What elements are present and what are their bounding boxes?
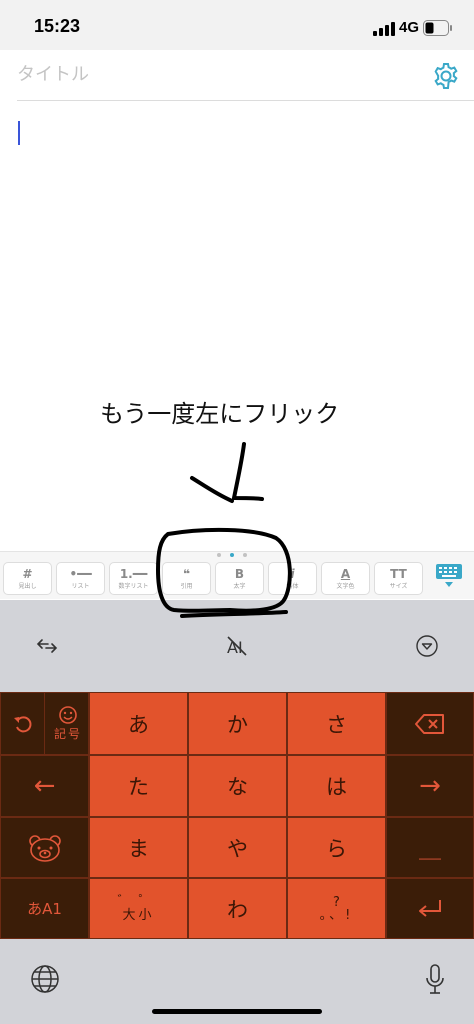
key-a[interactable]: あ	[89, 692, 188, 755]
text-color-icon: A	[340, 567, 351, 581]
undo-button[interactable]	[1, 693, 45, 754]
status-bar: 15:23 4G	[0, 0, 474, 50]
bear-face-icon	[28, 834, 61, 862]
battery-icon	[423, 20, 452, 36]
key-ma[interactable]: ま	[89, 817, 188, 878]
microphone-icon[interactable]	[424, 963, 446, 997]
italic-button[interactable]: i 斜体	[268, 562, 317, 595]
quote-label: 引用	[180, 583, 193, 590]
key-ka[interactable]: か	[188, 692, 287, 755]
key-ha[interactable]: は	[287, 755, 386, 817]
key-sa[interactable]: さ	[287, 692, 386, 755]
text-caret	[18, 121, 20, 145]
return-key[interactable]	[386, 878, 474, 939]
space-key[interactable]: ＿	[386, 817, 474, 878]
key-ya[interactable]: や	[188, 817, 287, 878]
svg-text:AI: AI	[227, 638, 243, 657]
cellular-signal-icon	[373, 22, 395, 36]
keyboard-icon[interactable]	[435, 563, 463, 589]
kigou-button[interactable]: 記号	[46, 693, 90, 754]
network-type-label: 4G	[399, 19, 420, 36]
cursor-move-icon[interactable]	[34, 633, 60, 659]
cursor-right-key[interactable]: →	[386, 755, 474, 817]
quote-icon: ❝	[182, 567, 191, 581]
text-color-button[interactable]: A 文字色	[321, 562, 370, 595]
italic-label: 斜体	[286, 583, 299, 590]
title-input[interactable]	[17, 54, 417, 94]
punctuation-key[interactable]: ? 。、!	[287, 878, 386, 939]
key-ta[interactable]: た	[89, 755, 188, 817]
status-time: 15:23	[34, 16, 81, 36]
key-wa[interactable]: わ	[188, 878, 287, 939]
emoticon-key[interactable]	[0, 817, 89, 878]
ai-off-icon[interactable]: AI	[224, 633, 250, 659]
text-color-label: 文字色	[336, 583, 355, 590]
size-toggle-label: 大小	[122, 907, 155, 923]
key-ra[interactable]: ら	[287, 817, 386, 878]
page-dot	[243, 553, 247, 557]
return-icon	[419, 899, 441, 917]
emoji-face-icon	[59, 706, 77, 724]
page-dot	[217, 553, 221, 557]
dakuten-label: ゛゜	[117, 893, 160, 909]
quote-button[interactable]: ❝ 引用	[162, 562, 211, 595]
text-size-icon: TT	[390, 567, 407, 581]
undo-kigou-key[interactable]: 記号	[0, 692, 89, 755]
globe-icon[interactable]	[29, 963, 61, 995]
hand-drawn-arrow-icon	[190, 442, 264, 503]
bullet-list-label: リスト	[71, 583, 90, 590]
kigou-label: 記号	[53, 727, 82, 741]
backspace-icon	[415, 713, 444, 734]
heading-button[interactable]: # 見出し	[3, 562, 52, 595]
heading-label: 見出し	[18, 583, 37, 590]
numbered-list-label: 数字リスト	[118, 583, 149, 590]
backspace-key[interactable]	[386, 692, 474, 755]
page-dot-active	[230, 553, 234, 557]
gear-icon[interactable]	[432, 62, 460, 90]
italic-icon: i	[290, 567, 295, 581]
heading-icon: #	[22, 567, 33, 581]
bold-button[interactable]: B 太字	[215, 562, 264, 595]
key-na[interactable]: な	[188, 755, 287, 817]
text-size-label: サイズ	[389, 583, 408, 590]
numbered-list-icon: 1.━━	[119, 567, 148, 581]
bold-icon: B	[234, 567, 245, 581]
numbered-list-button[interactable]: 1.━━ 数字リスト	[109, 562, 158, 595]
text-size-button[interactable]: TT サイズ	[374, 562, 423, 595]
dakuten-key[interactable]: ゛゜ 大小	[89, 878, 188, 939]
input-mode-label: あA1	[27, 900, 62, 918]
home-indicator	[152, 1009, 322, 1014]
bold-label: 太字	[233, 583, 246, 590]
collapse-keyboard-icon[interactable]	[414, 633, 440, 659]
bullet-list-icon: •━━	[69, 567, 92, 581]
annotation-text: もう一度左にフリック	[100, 400, 340, 428]
input-mode-key[interactable]: あA1	[0, 878, 89, 939]
undo-icon	[13, 715, 31, 732]
cursor-left-key[interactable]: ←	[0, 755, 89, 817]
title-divider	[17, 100, 474, 101]
question-label: ?	[333, 894, 340, 910]
punctuation-label: 。、!	[319, 907, 354, 923]
toolbar-page-indicator	[213, 551, 253, 559]
bullet-list-button[interactable]: •━━ リスト	[56, 562, 105, 595]
